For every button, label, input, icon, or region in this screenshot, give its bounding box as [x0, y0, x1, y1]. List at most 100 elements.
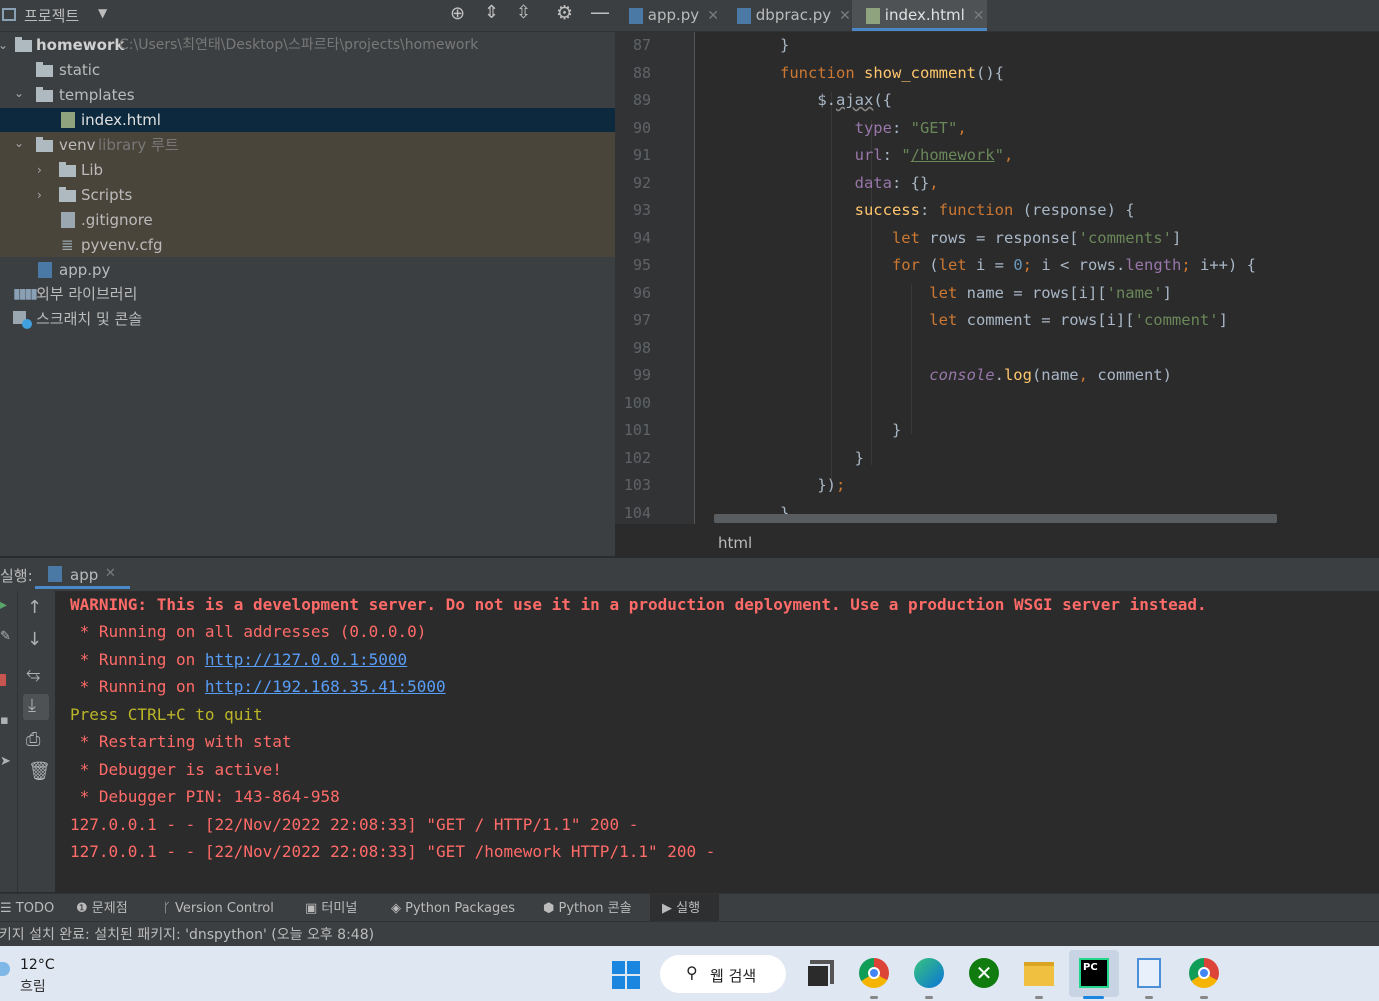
search-box[interactable]: ⚲ 웹 검색 — [660, 955, 786, 993]
console-line: 127.0.0.1 - - [22/Nov/2022 22:08:33] "GE… — [70, 815, 639, 834]
pycharm-icon[interactable]: PC — [1079, 958, 1109, 988]
line-number: 93 — [632, 201, 651, 219]
code-line: } — [696, 36, 790, 54]
collapse-all-icon[interactable]: ⇳ — [516, 2, 531, 23]
stop-icon[interactable] — [0, 674, 6, 686]
python-file-icon — [38, 262, 52, 278]
tab-terminal[interactable]: ▣ 터미널 — [305, 894, 357, 921]
tab-run[interactable]: ▶ 실행 — [650, 894, 719, 921]
chevron-right-icon[interactable]: › — [37, 183, 42, 208]
code-editor[interactable]: } function show_comment(){ $.ajax({ type… — [696, 32, 1379, 524]
tree-item-scripts[interactable]: › Scripts — [0, 183, 615, 208]
xbox-icon[interactable]: ✕ — [969, 958, 999, 988]
close-icon[interactable]: ✕ — [839, 8, 851, 24]
scroll-to-end-toggle[interactable]: ⤓ — [23, 694, 49, 720]
tree-item-app-py[interactable]: app.py — [0, 258, 615, 283]
line-number: 87 — [632, 36, 651, 54]
file-explorer-icon[interactable] — [1024, 962, 1054, 986]
chevron-down-icon[interactable]: ⌄ — [14, 81, 24, 106]
locate-icon[interactable]: ⊕ — [450, 3, 465, 24]
close-icon[interactable]: ✕ — [707, 8, 719, 24]
line-number: 89 — [632, 91, 651, 109]
tree-item-scratches[interactable]: 스크래치 및 콘솔 — [0, 307, 615, 332]
tree-item-venv[interactable]: ⌄ venv library 루트 — [0, 133, 615, 158]
tree-item-lib[interactable]: › Lib — [0, 158, 615, 183]
close-icon[interactable]: ✕ — [973, 8, 985, 24]
tree-item-templates[interactable]: ⌄ templates — [0, 83, 615, 108]
gear-icon[interactable]: ⚙ — [556, 2, 573, 24]
packages-icon: ◈ — [391, 901, 406, 916]
chrome-icon[interactable] — [859, 958, 889, 988]
tab-app-py[interactable]: app.py ✕ — [629, 0, 719, 31]
expand-all-icon[interactable]: ⇕ — [484, 2, 499, 23]
editor-tabs: app.py ✕ dbprac.py ✕ index.html ✕ — [615, 0, 1379, 32]
weather-temp[interactable]: 12°C — [20, 957, 55, 973]
branch-icon: ᚴ — [163, 901, 175, 916]
tree-item-label: templates — [59, 86, 135, 104]
task-view-icon[interactable] — [806, 964, 830, 988]
console-line: * Running on http://192.168.35.41:5000 — [70, 677, 446, 696]
code-line: } — [696, 421, 902, 439]
python-icon: ⬢ — [543, 901, 559, 916]
run-tab-app[interactable]: app ✕ — [35, 558, 130, 589]
tab-problems[interactable]: ❶ 문제점 — [76, 894, 128, 921]
rerun-icon[interactable]: ▸ — [0, 597, 7, 613]
chrome-icon[interactable] — [1189, 958, 1219, 988]
run-console[interactable]: WARNING: This is a development server. D… — [55, 591, 1379, 892]
arrow-up-icon[interactable]: ↑ — [27, 597, 42, 618]
wrench-icon[interactable]: ✎ — [0, 629, 11, 644]
tab-dbprac-py[interactable]: dbprac.py ✕ — [737, 0, 851, 31]
tree-root-path: C:\Users\최연태\Desktop\스파르타\projects\homew… — [119, 37, 479, 53]
arrow-down-icon[interactable]: ↓ — [27, 629, 42, 650]
close-icon[interactable]: ✕ — [105, 566, 116, 581]
weather-desc[interactable]: 흐림 — [20, 976, 46, 996]
chevron-down-icon[interactable]: ▼ — [98, 6, 107, 20]
project-title[interactable]: 프로젝트 — [24, 5, 79, 26]
chevron-down-icon[interactable]: ⌄ — [14, 131, 24, 156]
tree-item-pyvenv-cfg[interactable]: ≣ pyvenv.cfg — [0, 233, 615, 258]
console-line: 127.0.0.1 - - [22/Nov/2022 22:08:33] "GE… — [70, 842, 716, 861]
console-link[interactable]: http://192.168.35.41:5000 — [205, 677, 446, 696]
tree-item-suffix: library 루트 — [98, 136, 179, 154]
console-line: * Debugger is active! — [70, 760, 282, 779]
tab-index-html[interactable]: index.html ✕ — [852, 0, 987, 31]
tree-item-gitignore[interactable]: .gitignore — [0, 208, 615, 233]
horizontal-scrollbar[interactable] — [714, 514, 1277, 523]
line-number: 94 — [632, 229, 651, 247]
tab-label: index.html — [884, 6, 965, 24]
run-toolbar: ▸ ✎ ▪ ➤ ↑ ↓ ⥃ ⤓ ⎙ 🗑 — [0, 591, 55, 892]
layout-icon[interactable]: ▪ — [0, 713, 9, 728]
line-number-gutter: 87 88 89 90 91 92 93 94 95 96 97 98 99 1… — [615, 32, 709, 524]
chevron-down-icon[interactable]: ⌄ — [0, 33, 8, 58]
minimize-icon[interactable]: — — [590, 0, 610, 24]
status-message[interactable]: 패키지 설치 완료: 설치된 패키지: 'dnspython' (오늘 오후 8… — [0, 922, 374, 948]
tab-python-packages[interactable]: ◈ Python Packages — [391, 894, 515, 921]
notepad-icon[interactable] — [1137, 958, 1161, 988]
tree-item-label: 스크래치 및 콘솔 — [36, 310, 143, 328]
tree-item-index-html[interactable]: index.html — [0, 108, 615, 132]
code-line: } — [696, 449, 864, 467]
tree-item-external-libraries[interactable]: ▮▮▮▮ 외부 라이브러리 — [0, 282, 615, 307]
code-line: url: "/homework", — [854, 146, 1014, 164]
tree-item-static[interactable]: static — [0, 58, 615, 83]
soft-wrap-icon[interactable]: ⥃ — [26, 663, 40, 684]
print-icon[interactable]: ⎙ — [26, 729, 40, 750]
edge-icon[interactable] — [914, 958, 944, 988]
config-file-icon: ≣ — [61, 236, 74, 254]
console-link[interactable]: http://127.0.0.1:5000 — [205, 650, 407, 669]
console-line: * Debugger PIN: 143-864-958 — [70, 787, 340, 806]
tree-root-homework[interactable]: ⌄ homework C:\Users\최연태\Desktop\스파르타\pro… — [0, 33, 615, 58]
breadcrumb-item-html[interactable]: html — [718, 534, 752, 552]
folder-icon — [59, 162, 76, 177]
tab-todo[interactable]: ☰ TODO — [0, 894, 54, 921]
tab-python-console[interactable]: ⬢ Python 콘솔 — [543, 894, 632, 921]
windows-start-icon[interactable] — [612, 961, 641, 990]
tab-version-control[interactable]: ᚴ Version Control — [163, 894, 274, 921]
chevron-right-icon[interactable]: › — [37, 158, 42, 183]
pin-icon[interactable]: ➤ — [0, 754, 11, 769]
weather-icon — [0, 962, 10, 976]
trash-icon[interactable]: 🗑 — [28, 761, 51, 782]
gutter-divider — [694, 32, 695, 524]
tab-label: app.py — [647, 6, 700, 24]
line-number: 103 — [623, 476, 651, 494]
